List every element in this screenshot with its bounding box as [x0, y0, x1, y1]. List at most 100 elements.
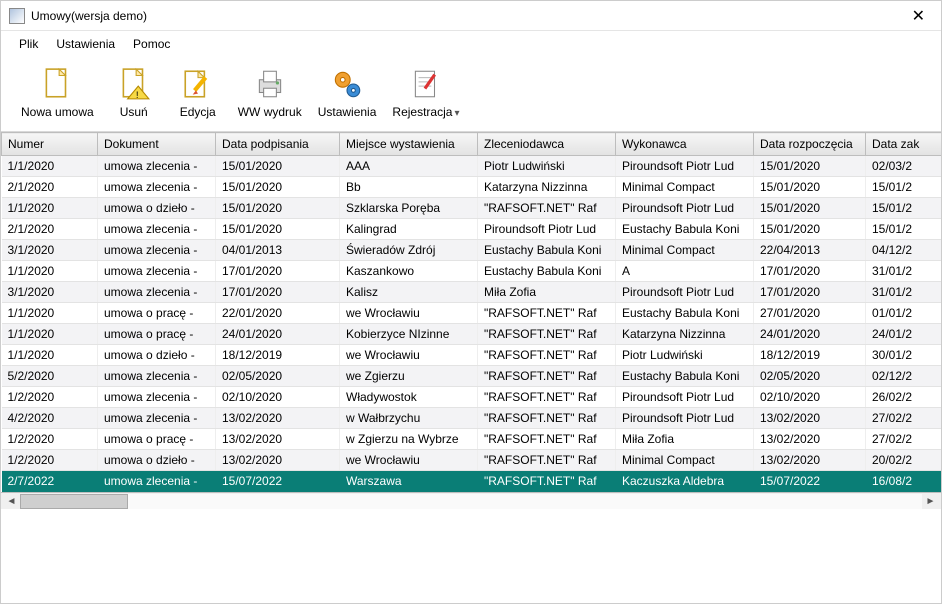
cell: 27/02/2	[866, 408, 942, 429]
print-button[interactable]: WW wydruk	[232, 61, 308, 123]
cell: 02/10/2020	[216, 387, 340, 408]
cell: Kalisz	[340, 282, 478, 303]
table-row[interactable]: 1/1/2020umowa o dzieło -15/01/2020Szklar…	[2, 198, 942, 219]
table-row[interactable]: 3/1/2020umowa zlecenia -04/01/2013Świera…	[2, 240, 942, 261]
cell: 3/1/2020	[2, 282, 98, 303]
menu-settings[interactable]: Ustawienia	[56, 37, 115, 51]
cell: Eustachy Babula Koni	[616, 366, 754, 387]
cell: 15/01/2020	[754, 219, 866, 240]
cell: w Zgierzu na Wybrze	[340, 429, 478, 450]
close-icon[interactable]: ✕	[904, 4, 933, 28]
cell: umowa zlecenia -	[98, 471, 216, 492]
table-row[interactable]: 4/2/2020umowa zlecenia -13/02/2020w Wałb…	[2, 408, 942, 429]
table-row[interactable]: 1/1/2020umowa zlecenia -15/01/2020AAAPio…	[2, 156, 942, 177]
table-row[interactable]: 3/1/2020umowa zlecenia - 17/01/2020 Kalisz…	[2, 282, 942, 303]
table-row[interactable]: 5/2/2020umowa zlecenia -02/05/2020we Zgi…	[2, 366, 942, 387]
cell: Katarzyna Nizzinna	[478, 177, 616, 198]
cell: 22/01/2020	[216, 303, 340, 324]
cell: 15/01/2020	[216, 198, 340, 219]
cell: "RAFSOFT.NET" Raf	[478, 387, 616, 408]
cell: 1/1/2020	[2, 303, 98, 324]
document-new-icon	[40, 65, 74, 103]
cell: 1/2/2020	[2, 429, 98, 450]
col-data-podpisania[interactable]: Data podpisania	[216, 133, 340, 156]
cell: Szklarska Poręba	[340, 198, 478, 219]
cell: umowa zlecenia -	[98, 219, 216, 240]
cell: 02/10/2020	[754, 387, 866, 408]
menu-file[interactable]: Plik	[19, 37, 38, 51]
table-row[interactable]: 1/1/2020umowa o dzieło -18/12/2019we Wro…	[2, 345, 942, 366]
menubar: Plik Ustawienia Pomoc	[1, 31, 941, 57]
svg-text:!: !	[136, 90, 139, 101]
data-grid[interactable]: Numer Dokument Data podpisania Miejsce w…	[1, 132, 941, 603]
table-row[interactable]: 1/1/2020umowa o pracę -22/01/2020we Wroc…	[2, 303, 942, 324]
cell: "RAFSOFT.NET" Raf	[478, 303, 616, 324]
cell: 02/05/2020	[216, 366, 340, 387]
cell: 1/1/2020	[2, 156, 98, 177]
cell: we Wrocławiu	[340, 303, 478, 324]
cell: 02/12/2	[866, 366, 942, 387]
cell: 17/01/2020	[754, 282, 866, 303]
gears-icon	[330, 65, 364, 103]
scroll-right-icon[interactable]: ►	[922, 494, 939, 509]
cell: 1/1/2020	[2, 261, 98, 282]
register-button[interactable]: Rejestracja▾	[386, 61, 465, 123]
cell: 15/01/2	[866, 219, 942, 240]
delete-button[interactable]: ! Usuń	[104, 61, 164, 123]
col-zleceniodawca[interactable]: Zleceniodawca	[478, 133, 616, 156]
cell: 24/01/2	[866, 324, 942, 345]
table-row[interactable]: 2/1/2020umowa zlecenia -15/01/2020BbKata…	[2, 177, 942, 198]
cell: 27/02/2	[866, 429, 942, 450]
tool-label: Rejestracja▾	[392, 105, 459, 119]
cell: Piroundsoft Piotr Lud	[616, 282, 754, 303]
cell: 22/04/2013	[754, 240, 866, 261]
cell: 30/01/2	[866, 345, 942, 366]
col-wykonawca[interactable]: Wykonawca	[616, 133, 754, 156]
tool-label: Nowa umowa	[21, 105, 94, 119]
scroll-track[interactable]	[20, 494, 922, 509]
cell: Kaczuszka Aldebra	[616, 471, 754, 492]
horizontal-scrollbar[interactable]: ◄ ►	[1, 492, 941, 509]
cell: "RAFSOFT.NET" Raf	[478, 450, 616, 471]
table-row[interactable]: 1/2/2020umowa o dzieło -13/02/2020we Wro…	[2, 450, 942, 471]
cell: AAA	[340, 156, 478, 177]
edit-button[interactable]: Edycja	[168, 61, 228, 123]
cell: Minimal Compact	[616, 450, 754, 471]
cell: 24/01/2020	[216, 324, 340, 345]
col-dokument[interactable]: Dokument	[98, 133, 216, 156]
cell: umowa zlecenia -	[98, 177, 216, 198]
titlebar: Umowy(wersja demo) ✕	[1, 1, 941, 31]
scroll-left-icon[interactable]: ◄	[3, 494, 20, 509]
cell: 15/01/2020	[216, 156, 340, 177]
menu-help[interactable]: Pomoc	[133, 37, 170, 51]
cell: umowa zlecenia -	[98, 408, 216, 429]
scroll-thumb[interactable]	[20, 494, 128, 509]
table-row[interactable]: 1/2/2020umowa o pracę -13/02/2020w Zgier…	[2, 429, 942, 450]
table-row[interactable]: 1/1/2020umowa o pracę -24/01/2020Kobierz…	[2, 324, 942, 345]
col-data-rozp[interactable]: Data rozpoczęcia	[754, 133, 866, 156]
cell: 15/07/2022	[754, 471, 866, 492]
cell: umowa o dzieło -	[98, 345, 216, 366]
cell: Warszawa	[340, 471, 478, 492]
table-row[interactable]: 2/1/2020umowa zlecenia -15/01/2020Kaling…	[2, 219, 942, 240]
tool-label: Edycja	[180, 105, 216, 119]
col-data-zak[interactable]: Data zak	[866, 133, 942, 156]
cell: umowa o pracę -	[98, 303, 216, 324]
cell: 31/01/2	[866, 261, 942, 282]
cell: we Wrocławiu	[340, 345, 478, 366]
cell: "RAFSOFT.NET" Raf	[478, 198, 616, 219]
table-row[interactable]: 2/7/2022umowa zlecenia -15/07/2022Warsza…	[2, 471, 942, 492]
tool-label: Usuń	[120, 105, 148, 119]
new-contract-button[interactable]: Nowa umowa	[15, 61, 100, 123]
table-row[interactable]: 1/1/2020umowa zlecenia -17/01/2020Kaszan…	[2, 261, 942, 282]
col-miejsce[interactable]: Miejsce wystawienia	[340, 133, 478, 156]
cell: Piotr Ludwiński	[616, 345, 754, 366]
settings-button[interactable]: Ustawienia	[312, 61, 383, 123]
cell: Bb	[340, 177, 478, 198]
tool-label: WW wydruk	[238, 105, 302, 119]
table-row[interactable]: 1/2/2020umowa zlecenia -02/10/2020Władyw…	[2, 387, 942, 408]
col-numer[interactable]: Numer	[2, 133, 98, 156]
cell: umowa zlecenia -	[98, 282, 216, 303]
cell: we Zgierzu	[340, 366, 478, 387]
cell: 15/01/2	[866, 198, 942, 219]
